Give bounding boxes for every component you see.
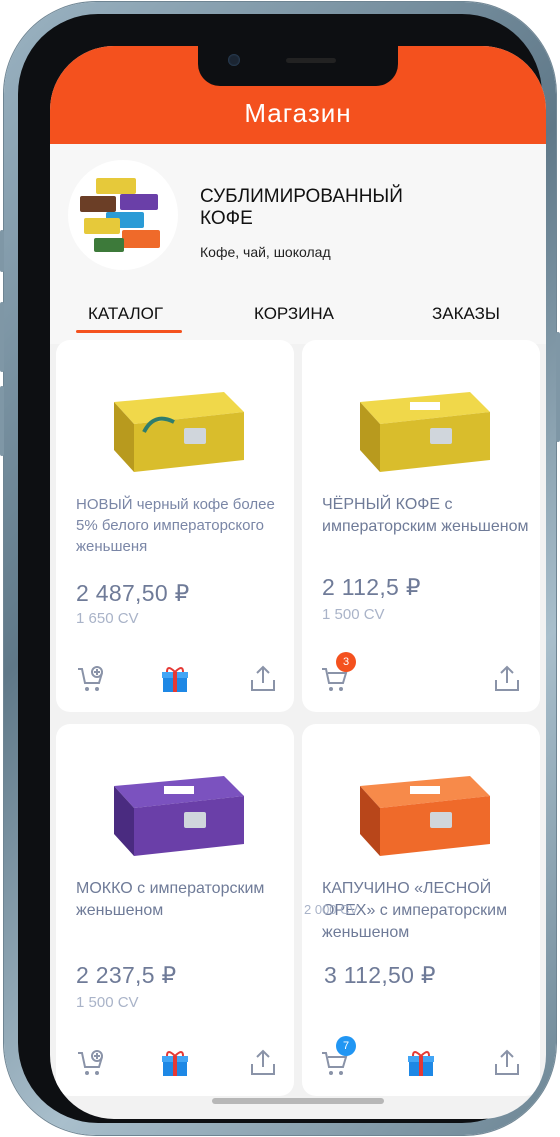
product-cv: 1 500 CV <box>322 606 385 623</box>
product-price: 2 112,5 ₽ <box>322 574 421 600</box>
power-button <box>556 332 560 442</box>
product-cv-overlapped: 2 000 CV <box>304 902 359 917</box>
share-icon[interactable] <box>248 664 282 698</box>
gift-icon[interactable] <box>160 1048 194 1082</box>
gift-icon[interactable] <box>406 1048 440 1082</box>
product-card[interactable]: КАПУЧИНО «ЛЕСНОЙ ОРЕХ» с императорским ж… <box>302 724 540 1096</box>
product-price: 2 487,50 ₽ <box>76 580 190 606</box>
cart-count-badge: 3 <box>336 652 356 672</box>
volume-down-button <box>0 386 4 456</box>
product-box-image <box>114 392 244 472</box>
product-box-image <box>114 776 244 856</box>
volume-up-button <box>0 302 4 372</box>
shop-name: СУБЛИМИРОВАННЫЙ КОФЕ <box>200 186 403 229</box>
cart-icon[interactable]: 7 <box>320 1036 356 1082</box>
screen: Магазин СУБЛИМИРОВАННЫЙ КОФЕ Кофе, чай, … <box>50 46 546 1119</box>
tab-cart[interactable]: КОРЗИНА <box>254 304 334 324</box>
notch <box>198 46 398 86</box>
home-indicator[interactable] <box>212 1098 384 1104</box>
product-box-image <box>360 776 490 856</box>
product-price: 3 112,50 ₽ <box>324 962 436 988</box>
product-card[interactable]: НОВЫЙ черный кофе более 5% белого импера… <box>56 340 294 712</box>
tab-bar: КАТАЛОГ КОРЗИНА ЗАКАЗЫ <box>50 304 546 334</box>
active-tab-indicator <box>76 330 182 333</box>
product-cv: 1 650 CV <box>76 610 139 627</box>
cart-icon[interactable]: 3 <box>320 652 356 698</box>
product-box-image <box>360 392 490 472</box>
shop-subtitle: Кофе, чай, шоколад <box>200 244 331 260</box>
tab-orders[interactable]: ЗАКАЗЫ <box>432 304 500 324</box>
product-card[interactable]: МОККО с императорским женьшеном 2 237,5 … <box>56 724 294 1096</box>
cart-count-badge: 7 <box>336 1036 356 1056</box>
product-title: МОККО с императорским женьшеном <box>76 880 265 919</box>
product-card[interactable]: ЧЁРНЫЙ КОФЕ с императорским женьшеном 2 … <box>302 340 540 712</box>
cart-add-icon[interactable] <box>76 664 110 698</box>
camera-icon <box>228 54 240 66</box>
speaker <box>286 58 336 63</box>
coffee-boxes-logo-icon <box>80 178 160 252</box>
gift-icon[interactable] <box>160 664 194 698</box>
product-price: 2 237,5 ₽ <box>76 962 177 988</box>
phone-frame: Магазин СУБЛИМИРОВАННЫЙ КОФЕ Кофе, чай, … <box>0 2 560 1135</box>
product-title: ЧЁРНЫЙ КОФЕ с императорским женьшеном <box>322 496 529 535</box>
tab-catalog[interactable]: КАТАЛОГ <box>88 304 163 324</box>
page-title: Магазин <box>244 98 352 128</box>
shop-logo[interactable] <box>68 160 178 270</box>
share-icon[interactable] <box>492 664 526 698</box>
silent-switch <box>0 230 4 272</box>
cart-add-icon[interactable] <box>76 1048 110 1082</box>
share-icon[interactable] <box>492 1048 526 1082</box>
product-cv: 1 500 CV <box>76 994 139 1011</box>
phone-bezel: Магазин СУБЛИМИРОВАННЫЙ КОФЕ Кофе, чай, … <box>18 14 546 1123</box>
product-title: НОВЫЙ черный кофе более 5% белого импера… <box>76 496 275 555</box>
share-icon[interactable] <box>248 1048 282 1082</box>
